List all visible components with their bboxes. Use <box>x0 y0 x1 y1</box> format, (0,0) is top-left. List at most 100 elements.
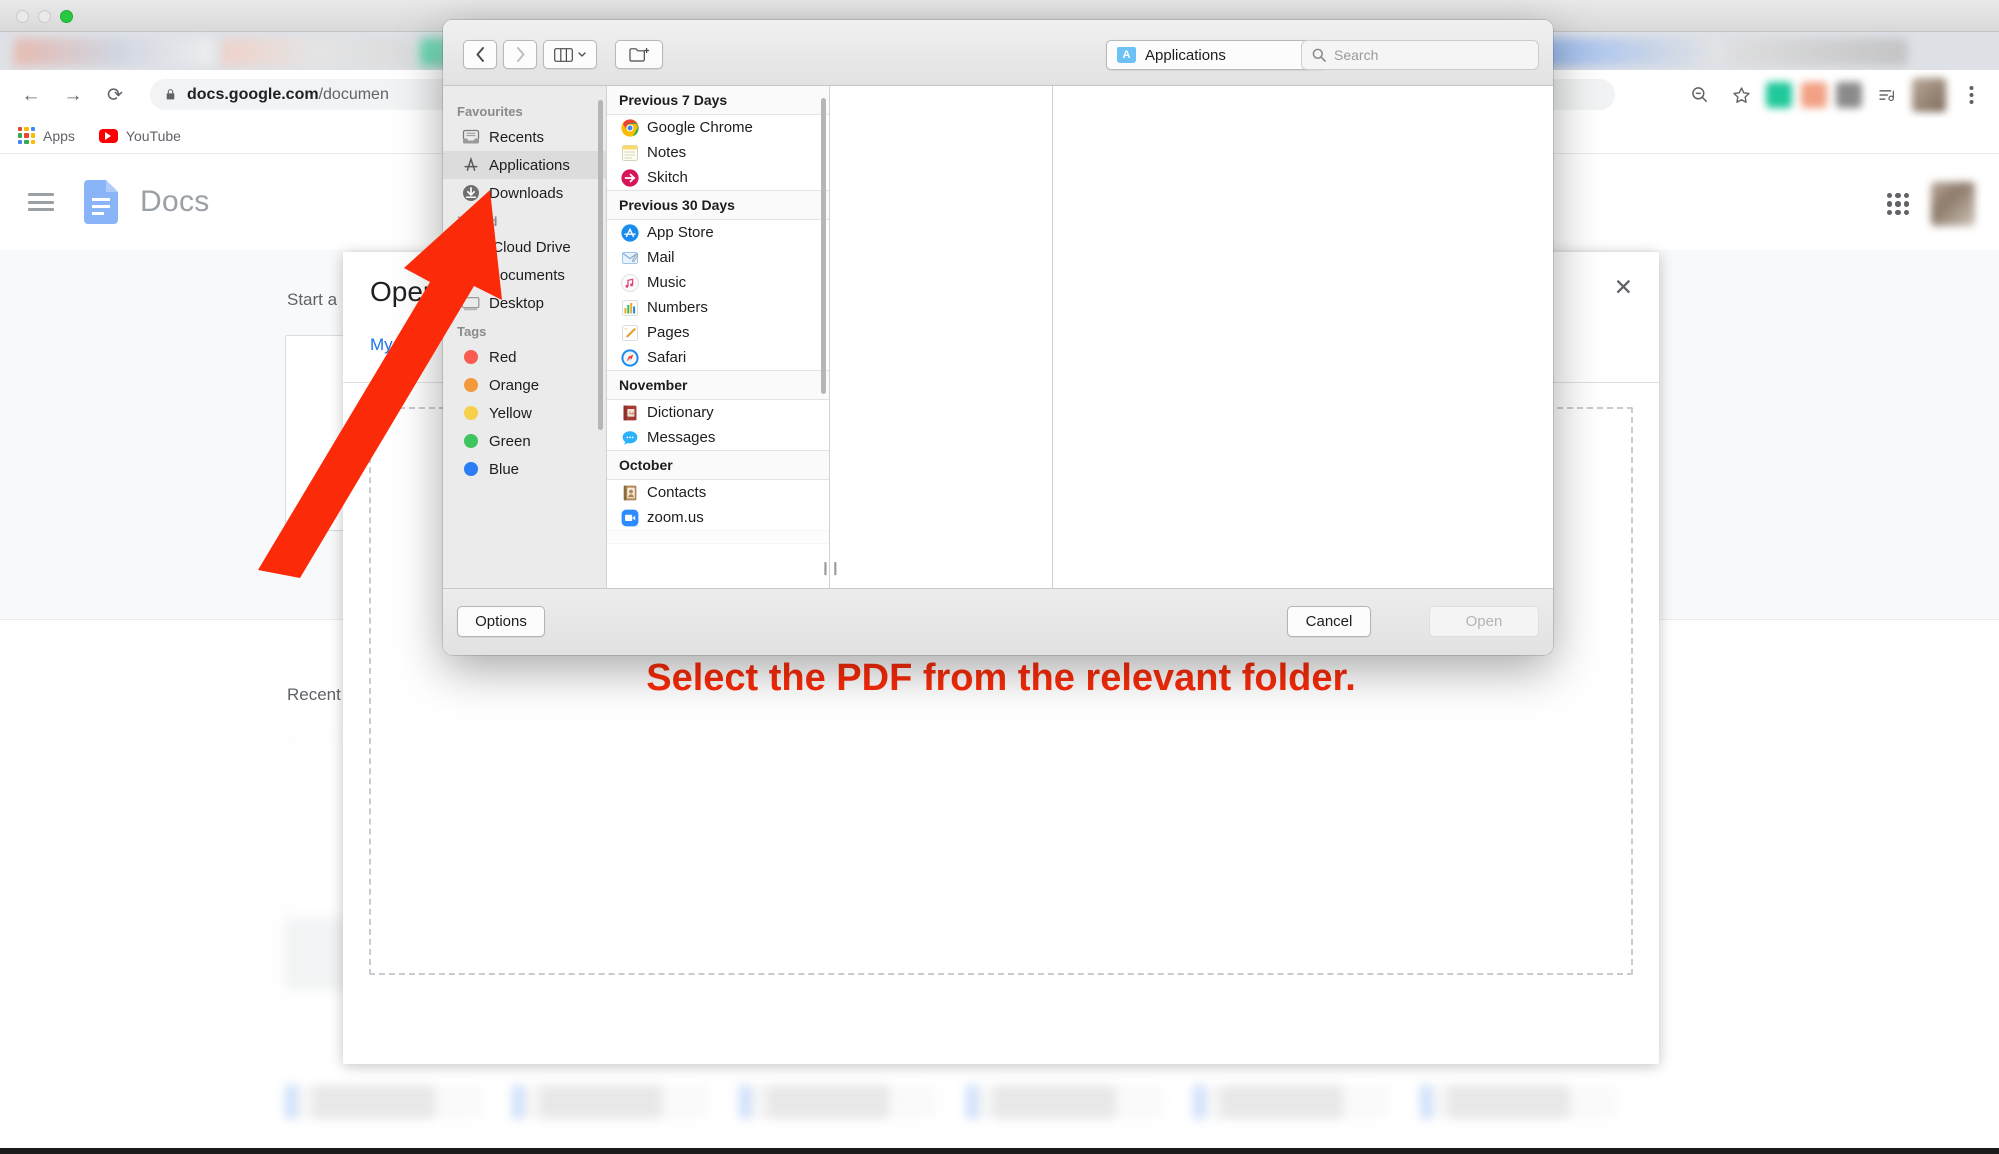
back-icon[interactable]: ← <box>14 78 48 112</box>
sidebar-item-tag-orange[interactable]: Orange <box>443 371 606 399</box>
new-folder-icon[interactable] <box>615 40 663 69</box>
file-row-mail[interactable]: Mail <box>607 245 829 270</box>
close-window-button[interactable] <box>16 10 29 23</box>
music-icon <box>620 273 640 292</box>
recents-icon <box>461 128 480 147</box>
finder-cancel-button[interactable]: Cancel <box>1287 606 1371 637</box>
file-row-dictionary[interactable]: Aa Dictionary <box>607 400 829 425</box>
desktop-icon <box>461 294 480 313</box>
chevron-left-icon[interactable] <box>463 40 497 69</box>
window-traffic-lights[interactable] <box>16 10 73 23</box>
file-section-header: Previous 7 Days <box>607 86 829 115</box>
file-name: Safari <box>647 349 687 366</box>
file-section-header: Previous 30 Days <box>607 190 829 220</box>
notes-icon <box>621 144 639 162</box>
browser-tab[interactable] <box>1728 38 1908 66</box>
file-row-zoom-us[interactable]: zoom.us <box>607 505 829 530</box>
finder-nav-group <box>463 40 663 69</box>
file-row-numbers[interactable]: Numbers <box>607 295 829 320</box>
sidebar-item-tag-red[interactable]: Red <box>443 343 606 371</box>
sidebar-item-desktop[interactable]: Desktop <box>443 289 606 317</box>
browser-tab[interactable] <box>14 38 214 66</box>
zoom-out-icon[interactable] <box>1684 79 1716 111</box>
bookmark-apps[interactable]: Apps <box>18 127 75 144</box>
hamburger-menu-icon[interactable] <box>28 193 54 211</box>
sidebar-item-label: Green <box>489 432 531 450</box>
file-row-skitch[interactable]: Skitch <box>607 165 829 190</box>
chevron-right-icon[interactable] <box>503 40 537 69</box>
file-name: Pages <box>647 324 690 341</box>
browser-tab[interactable] <box>222 38 412 66</box>
messages-icon <box>621 429 639 447</box>
chrome-icon <box>621 118 639 137</box>
sidebar-item-tag-blue[interactable]: Blue <box>443 455 606 483</box>
sidebar-item-icloud-drive[interactable]: iCloud Drive <box>443 233 606 261</box>
sidebar-item-downloads[interactable]: Downloads <box>443 179 606 207</box>
file-row-safari[interactable]: Safari <box>607 345 829 370</box>
search-input[interactable]: Search <box>1301 40 1539 70</box>
sidebar-item-documents[interactable]: Documents <box>443 261 606 289</box>
youtube-icon <box>98 128 118 143</box>
pages-icon: “ <box>621 324 639 342</box>
column-resize-handle[interactable]: ❙❙ <box>820 560 841 576</box>
sidebar-item-recents[interactable]: Recents <box>443 123 606 151</box>
extension-icon[interactable] <box>1836 82 1862 108</box>
file-section-header-partial <box>607 530 829 544</box>
sidebar-item-label: Applications <box>489 156 570 174</box>
file-name: Notes <box>647 144 687 161</box>
file-list-scrollbar[interactable] <box>821 98 826 394</box>
search-icon <box>1312 48 1326 62</box>
file-row-google-chrome[interactable]: Google Chrome <box>607 115 829 140</box>
extension-icon[interactable] <box>1766 82 1792 108</box>
sidebar-item-tag-green[interactable]: Green <box>443 427 606 455</box>
file-row-pages[interactable]: “ Pages <box>607 320 829 345</box>
bookmark-label: YouTube <box>125 127 181 144</box>
tag-dot-icon <box>461 460 480 479</box>
reading-list-icon[interactable] <box>1871 79 1903 111</box>
options-button[interactable]: Options <box>457 606 545 637</box>
address-bar-url: docs.google.com/documen <box>187 85 389 103</box>
file-row-notes[interactable]: Notes <box>607 140 829 165</box>
tag-dot-icon <box>461 432 480 451</box>
sidebar-item-label: Blue <box>489 460 520 478</box>
documents-icon <box>461 266 480 285</box>
file-row-music[interactable]: Music <box>607 270 829 295</box>
avatar[interactable] <box>1931 182 1975 226</box>
bookmark-youtube[interactable]: YouTube <box>98 127 181 144</box>
sidebar-item-applications[interactable]: Applications <box>443 151 606 179</box>
file-row-app-store[interactable]: App Store <box>607 220 829 245</box>
column-view-icon[interactable] <box>543 40 597 69</box>
sidebar-group-label: Favourites <box>457 104 523 119</box>
file-row-contacts[interactable]: Contacts <box>607 480 829 505</box>
tab-my-drive[interactable]: My Drive <box>370 335 437 355</box>
skitch-icon <box>621 168 639 187</box>
minimize-window-button[interactable] <box>38 10 51 23</box>
bookmark-star-icon[interactable] <box>1725 79 1757 111</box>
close-icon[interactable]: ✕ <box>1614 276 1633 299</box>
icloud-drive-icon <box>461 238 480 257</box>
applications-folder-icon <box>1117 47 1136 63</box>
finder-sidebar: Favourites Recents Applications Download… <box>443 86 607 588</box>
browser-tab[interactable] <box>1540 38 1720 66</box>
zoom-window-button[interactable] <box>60 10 73 23</box>
svg-text:Aa: Aa <box>629 410 635 415</box>
bookmark-label: Apps <box>43 127 75 144</box>
file-name: Mail <box>647 249 675 266</box>
recent-documents-captions <box>285 1085 1617 1119</box>
file-row-messages[interactable]: Messages <box>607 425 829 450</box>
file-name: Google Chrome <box>647 119 753 136</box>
path-popup-button[interactable]: Applications ▴▾ <box>1106 40 1328 70</box>
profile-avatar[interactable] <box>1912 78 1946 112</box>
tag-dot-icon <box>461 348 480 367</box>
apps-launcher-icon[interactable] <box>1887 193 1909 215</box>
document-caption <box>512 1085 709 1119</box>
mail-icon <box>621 249 639 267</box>
reload-icon[interactable]: ⟳ <box>98 78 132 112</box>
sidebar-item-tag-yellow[interactable]: Yellow <box>443 399 606 427</box>
dialog-tabs: My Drive <box>370 335 437 355</box>
extension-icon[interactable] <box>1801 82 1827 108</box>
sidebar-scrollbar[interactable] <box>598 100 603 430</box>
more-menu-icon[interactable] <box>1955 79 1987 111</box>
forward-icon[interactable]: → <box>56 78 90 112</box>
document-caption <box>285 1085 482 1119</box>
